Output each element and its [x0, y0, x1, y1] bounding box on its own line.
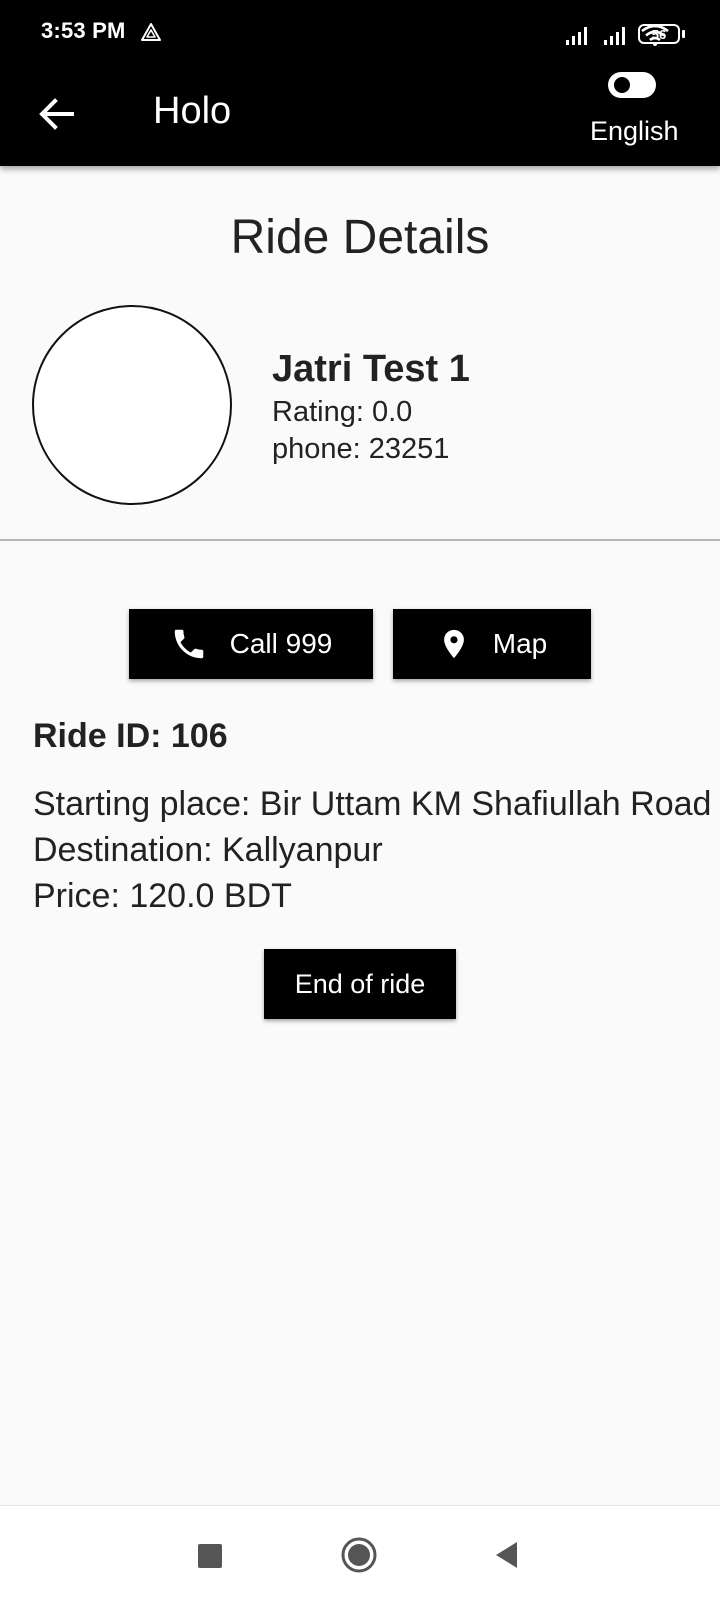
- avatar: [32, 305, 232, 505]
- ride-info: Starting place: Bir Uttam KM Shafiullah …: [33, 781, 711, 919]
- back-button[interactable]: [34, 92, 78, 136]
- app-bar: Holo English: [0, 68, 720, 166]
- signal-icon: [566, 27, 587, 45]
- price: Price: 120.0 BDT: [33, 877, 292, 915]
- end-ride-button[interactable]: End of ride: [264, 949, 456, 1019]
- language-toggle[interactable]: [608, 72, 656, 98]
- call-button-label: Call 999: [229, 628, 333, 659]
- home-button[interactable]: [341, 1537, 377, 1573]
- driver-rating: Rating: 0.0: [272, 396, 413, 428]
- status-bar: 3:53 PM 56: [0, 0, 720, 68]
- battery-nub: [682, 30, 685, 38]
- language-label: English: [590, 116, 679, 146]
- driver-phone: phone: 23251: [272, 433, 450, 465]
- system-nav-bar: [0, 1505, 720, 1601]
- map-button-label: Map: [492, 628, 548, 659]
- signal-icon: [604, 27, 625, 45]
- destination: Destination: Kallyanpur: [33, 831, 383, 869]
- driver-name: Jatri Test 1: [272, 348, 470, 390]
- recents-button[interactable]: [198, 1544, 222, 1568]
- map-button[interactable]: Map: [393, 609, 591, 679]
- starting-place: Starting place: Bir Uttam KM Shafiullah …: [33, 785, 712, 823]
- app-title: Holo: [153, 90, 232, 132]
- call-button[interactable]: Call 999: [129, 609, 373, 679]
- battery-level: 56: [651, 26, 667, 42]
- ride-id: Ride ID: 106: [33, 717, 228, 755]
- battery-icon: 56: [638, 24, 680, 44]
- page-title: Ride Details: [230, 211, 490, 264]
- status-time: 3:53 PM: [41, 18, 126, 43]
- phone-icon: [174, 629, 203, 659]
- location-pin-icon: [443, 629, 464, 659]
- divider: [0, 539, 720, 541]
- drive-icon: [141, 23, 161, 41]
- nav-back-button[interactable]: [493, 1540, 519, 1570]
- toggle-knob: [614, 77, 630, 93]
- arrow-left-icon: [39, 98, 74, 130]
- end-ride-label: End of ride: [294, 968, 426, 999]
